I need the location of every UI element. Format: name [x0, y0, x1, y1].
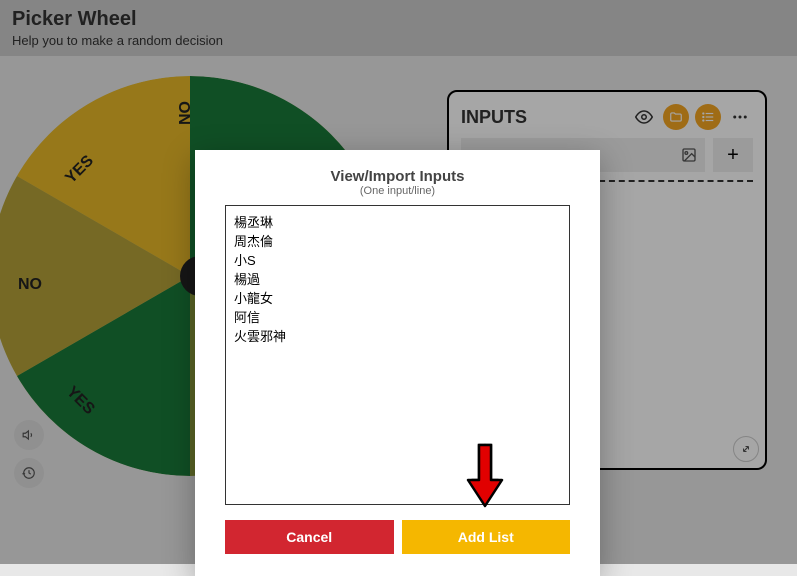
add-list-button[interactable]: Add List: [402, 520, 571, 554]
import-textarea[interactable]: [225, 205, 570, 505]
modal-actions: Cancel Add List: [225, 520, 570, 554]
cancel-button[interactable]: Cancel: [225, 520, 394, 554]
modal-title: View/Import Inputs: [225, 168, 570, 185]
import-modal: View/Import Inputs (One input/line) Canc…: [195, 150, 600, 576]
modal-subtitle: (One input/line): [225, 185, 570, 197]
